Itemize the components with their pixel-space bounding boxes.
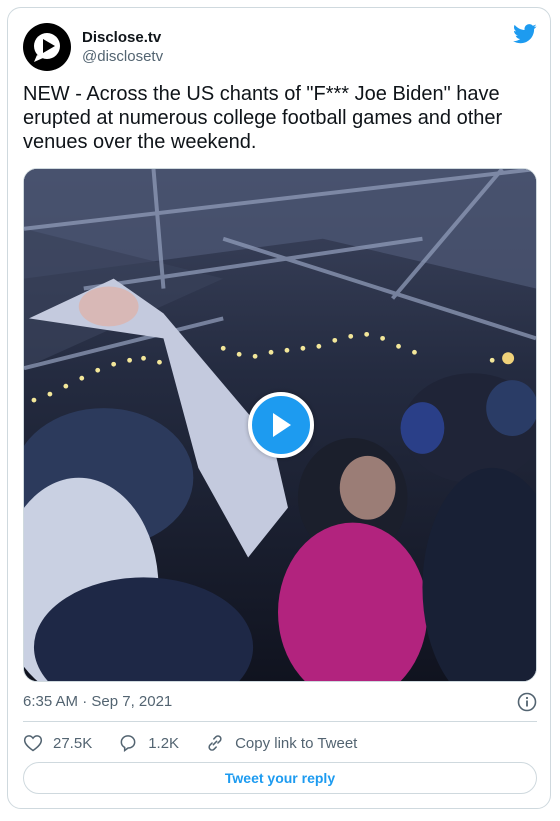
reply-count: 1.2K <box>148 734 180 752</box>
author-info[interactable]: Disclose.tv @disclosetv <box>82 29 163 67</box>
tweet-card: Disclose.tv @disclosetv NEW - Across the… <box>7 7 551 809</box>
tweet-your-reply-button[interactable]: Tweet your reply <box>23 762 537 794</box>
reply-bubble-icon <box>120 735 136 752</box>
tweet-header: Disclose.tv @disclosetv <box>23 23 537 73</box>
like-count: 27.5K <box>53 734 93 752</box>
tweet-text: NEW - Across the US chants of "F*** Joe … <box>23 83 503 153</box>
reply-action[interactable]: 1.2K <box>118 733 179 753</box>
like-action[interactable]: 27.5K <box>23 733 92 753</box>
disclose-logo-icon <box>34 33 60 62</box>
tweet-meta: 6:35 AM · Sep 7, 2021 <box>23 692 537 714</box>
heart-icon <box>23 735 43 752</box>
timestamp[interactable]: 6:35 AM · Sep 7, 2021 <box>23 693 172 710</box>
play-icon <box>273 413 291 437</box>
handle[interactable]: @disclosetv <box>82 47 163 67</box>
divider <box>23 721 537 722</box>
twitter-bird-icon[interactable] <box>513 24 537 44</box>
info-icon[interactable] <box>517 692 537 712</box>
copy-link-action[interactable]: Copy link to Tweet <box>205 733 357 753</box>
display-name[interactable]: Disclose.tv <box>82 29 163 47</box>
play-button[interactable] <box>248 392 314 458</box>
video-media[interactable] <box>23 168 537 682</box>
link-icon <box>208 735 222 751</box>
copy-link-label: Copy link to Tweet <box>235 734 358 752</box>
action-bar: 27.5K 1.2K Copy link to Tweet <box>23 732 383 754</box>
avatar[interactable] <box>23 23 71 71</box>
